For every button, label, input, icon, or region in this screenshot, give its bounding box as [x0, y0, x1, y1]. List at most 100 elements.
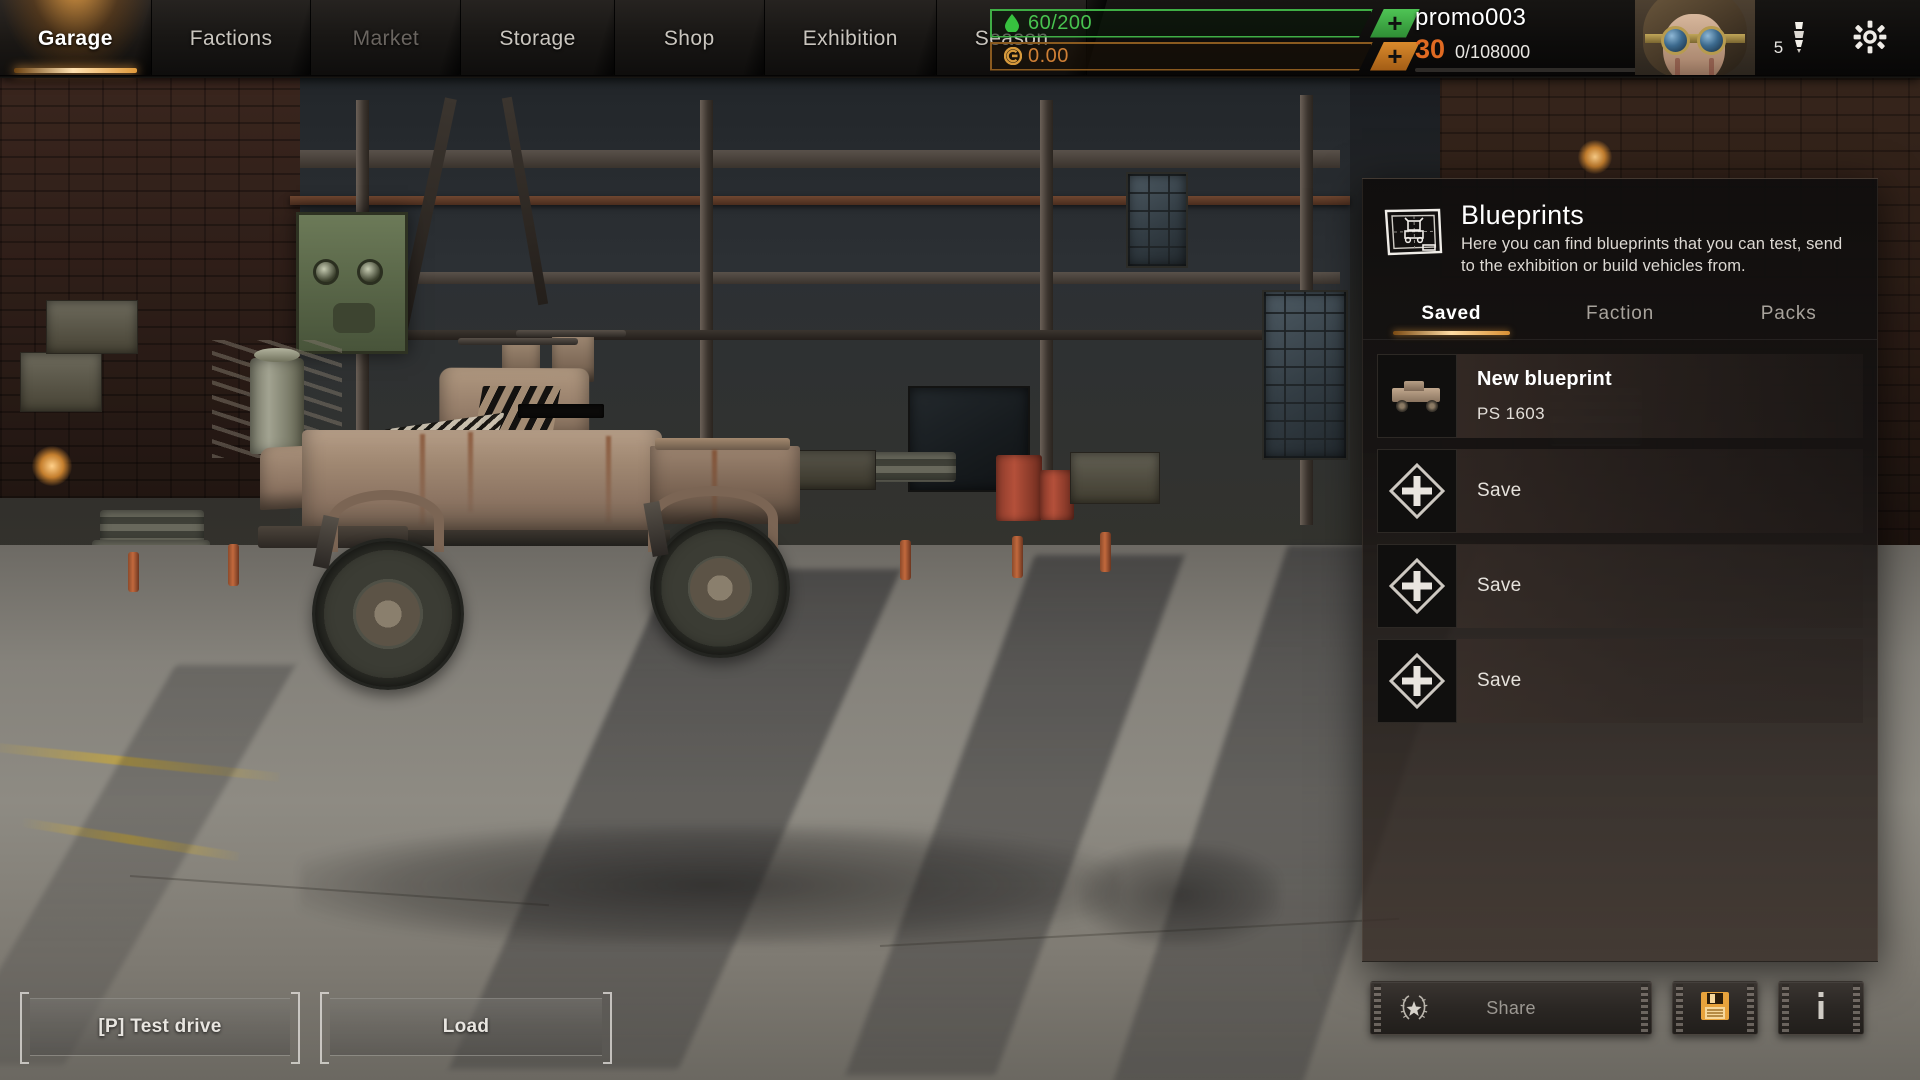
test-drive-button[interactable]: [P] Test drive [20, 992, 300, 1064]
fuel-bar[interactable]: 60/200 [990, 9, 1373, 38]
nav-tab-label: Factions [189, 27, 273, 50]
vehicle-bed-rail [655, 438, 790, 450]
nav-tab-active-underline [14, 68, 137, 73]
bomb-icon [1788, 20, 1810, 59]
scene-bollard [1012, 536, 1023, 578]
avatar-goggle-right [1697, 26, 1726, 55]
scene-barrel [996, 455, 1042, 521]
save-slot-label: Save [1477, 670, 1522, 692]
top-navigation-bar: Garage Factions Market Storage Shop Exhibitio… [0, 0, 1920, 78]
scene-window [1262, 290, 1348, 460]
scene-bollard [1100, 532, 1111, 572]
scene-bollard [900, 540, 911, 580]
vehicle-thumbnail [1377, 354, 1457, 439]
blueprints-header: Blueprints Here you can find blueprints … [1363, 179, 1877, 277]
blueprints-tab-faction[interactable]: Faction [1536, 295, 1705, 339]
blueprints-description: Here you can find blueprints that you ca… [1461, 235, 1843, 275]
nav-tab-garage[interactable]: Garage [0, 0, 172, 78]
blueprints-panel: Blueprints Here you can find blueprints … [1362, 178, 1878, 962]
player-xp: 0/108000 [1455, 42, 1531, 62]
nav-tab-storage[interactable]: Storage [461, 0, 635, 78]
coin-icon [1004, 47, 1020, 65]
scene-crate [20, 352, 102, 412]
blueprints-list: New blueprint PS 1603 Save Save Save [1363, 340, 1877, 724]
scene-girder [300, 150, 1340, 168]
save-blueprint-button[interactable] [1672, 981, 1758, 1035]
vehicle-fuel-tank [250, 358, 304, 454]
coin-bar[interactable]: 0.00 [990, 42, 1373, 71]
nav-tab-exhibition[interactable]: Exhibition [764, 0, 957, 78]
add-blueprint-icon [1386, 650, 1448, 712]
blueprint-power-score: PS 1603 [1477, 404, 1546, 424]
nav-tab-label: Storage [499, 27, 576, 50]
nav-tab-label: Garage [38, 27, 113, 50]
fuel-drop-icon [1004, 14, 1020, 32]
gear-icon [1852, 19, 1888, 60]
diamond-plus-icon [1377, 639, 1457, 724]
load-label: Load [442, 1016, 490, 1037]
scene-shadow [1080, 845, 1280, 945]
scene-rust-rail [290, 196, 1350, 205]
vehicle-gun [458, 338, 578, 345]
blueprint-name: New blueprint [1477, 368, 1612, 391]
vehicle-hub [690, 558, 750, 618]
nav-tab-factions[interactable]: Factions [151, 0, 332, 78]
thumbnail-vehicle-icon [1388, 379, 1446, 413]
resource-bars: 60/200 + 0.00 + [990, 8, 1420, 74]
avatar-facepaint [1675, 58, 1680, 78]
scene-bollard [128, 552, 139, 592]
main-nav-tabs: Garage Factions Market Storage Shop Exhibitio… [0, 0, 1108, 78]
nav-tab-shop[interactable]: Shop [614, 0, 785, 78]
page-title: Blueprints [1461, 200, 1585, 230]
save-slot-label: Save [1477, 575, 1522, 597]
coin-add-button[interactable]: + [1370, 42, 1420, 71]
share-button[interactable]: Share [1370, 981, 1652, 1035]
blueprints-tabs: Saved Faction Packs [1363, 295, 1877, 339]
scene-pipes [100, 510, 204, 544]
fuel-add-button[interactable]: + [1370, 9, 1420, 38]
blueprint-row-text: New blueprint PS 1603 [1457, 354, 1612, 438]
add-blueprint-icon [1386, 460, 1448, 522]
avatar[interactable] [1635, 0, 1755, 78]
scene-crate [46, 300, 138, 354]
nav-tab-market[interactable]: Market [311, 0, 482, 78]
coin-value: 0.00 [1028, 44, 1069, 67]
scene-window [1126, 172, 1188, 268]
info-icon [1814, 990, 1828, 1027]
info-button[interactable] [1778, 981, 1864, 1035]
add-blueprint-icon [1386, 555, 1448, 617]
blueprints-tab-packs[interactable]: Packs [1704, 295, 1873, 339]
diamond-plus-icon [1377, 544, 1457, 629]
avatar-goggle-strap [1645, 34, 1745, 43]
save-slot-label: Save [1477, 480, 1522, 502]
empty-slot-row[interactable]: Save [1377, 449, 1863, 534]
scene-lamp [32, 446, 72, 486]
vehicle-viewport [518, 404, 604, 418]
empty-slot-row[interactable]: Save [1377, 544, 1863, 629]
scene-bollard [228, 544, 239, 586]
vehicle-model[interactable] [250, 330, 850, 720]
avatar-facepaint [1709, 58, 1714, 78]
vehicle-gun [516, 330, 626, 337]
scene-girder [300, 272, 1340, 284]
bomb-slot[interactable]: 5 [1756, 0, 1828, 78]
xp-progress-bar [1415, 68, 1645, 72]
bomb-count: 5 [1773, 38, 1784, 57]
test-drive-label: [P] Test drive [98, 1016, 222, 1037]
empty-slot-row[interactable]: Save [1377, 639, 1863, 724]
floppy-save-icon [1698, 989, 1732, 1028]
scene-crate [1070, 452, 1160, 504]
settings-button[interactable] [1830, 0, 1910, 78]
fuel-value: 60/200 [1028, 11, 1093, 34]
coin-row: 0.00 + [990, 41, 1420, 71]
scene-barrel [1040, 470, 1074, 520]
blueprint-row[interactable]: New blueprint PS 1603 [1377, 354, 1863, 439]
fuel-row: 60/200 + [990, 8, 1420, 38]
vehicle-tank-cap [254, 348, 300, 362]
blueprints-tab-saved[interactable]: Saved [1367, 295, 1536, 339]
diamond-plus-icon [1377, 449, 1457, 534]
avatar-goggle-left [1661, 26, 1690, 55]
load-button[interactable]: Load [320, 992, 612, 1064]
floor-shadow [845, 555, 1185, 1075]
nav-tab-label: Market [352, 27, 420, 50]
